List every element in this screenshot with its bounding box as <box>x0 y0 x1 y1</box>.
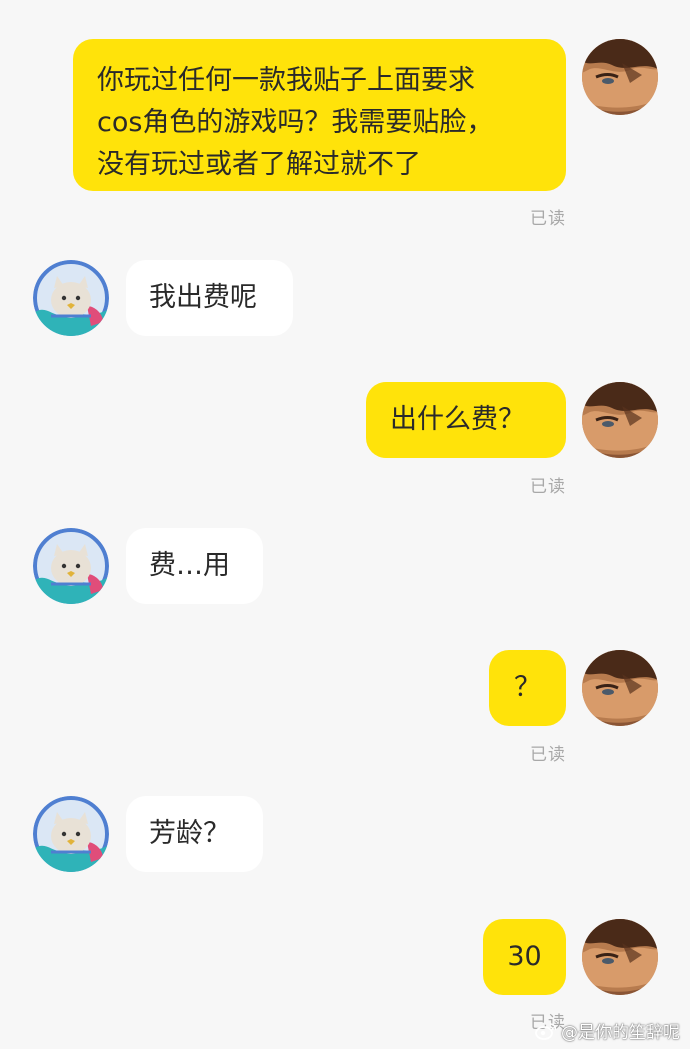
read-status: 已读 <box>530 745 566 765</box>
read-status: 已读 <box>530 209 566 229</box>
incoming-message-bubble[interactable]: 费…用 <box>126 528 263 604</box>
outgoing-message-bubble[interactable]: 出什么费？ <box>366 382 566 458</box>
incoming-message-bubble[interactable]: 我出费呢 <box>126 260 293 336</box>
watermark: @是你的笙辞呢 <box>535 1018 680 1043</box>
watermark-text: @是你的笙辞呢 <box>561 1023 680 1043</box>
self-avatar[interactable] <box>582 919 658 995</box>
outgoing-message-bubble[interactable]: 你玩过任何一款我贴子上面要求 cos角色的游戏吗？我需要贴脸， 没有玩过或者了解… <box>73 39 566 191</box>
self-avatar[interactable] <box>582 650 658 726</box>
outgoing-message-bubble[interactable]: 30 <box>483 919 566 995</box>
weibo-icon <box>535 1022 557 1040</box>
outgoing-message-bubble[interactable]: ？ <box>489 650 566 726</box>
other-avatar[interactable] <box>33 260 109 336</box>
other-avatar[interactable] <box>33 528 109 604</box>
other-avatar[interactable] <box>33 796 109 872</box>
incoming-message-bubble[interactable]: 芳龄？ <box>126 796 263 872</box>
self-avatar[interactable] <box>582 382 658 458</box>
read-status: 已读 <box>530 477 566 497</box>
chat-window: 你玩过任何一款我贴子上面要求 cos角色的游戏吗？我需要贴脸， 没有玩过或者了解… <box>0 0 690 1049</box>
self-avatar[interactable] <box>582 39 658 115</box>
